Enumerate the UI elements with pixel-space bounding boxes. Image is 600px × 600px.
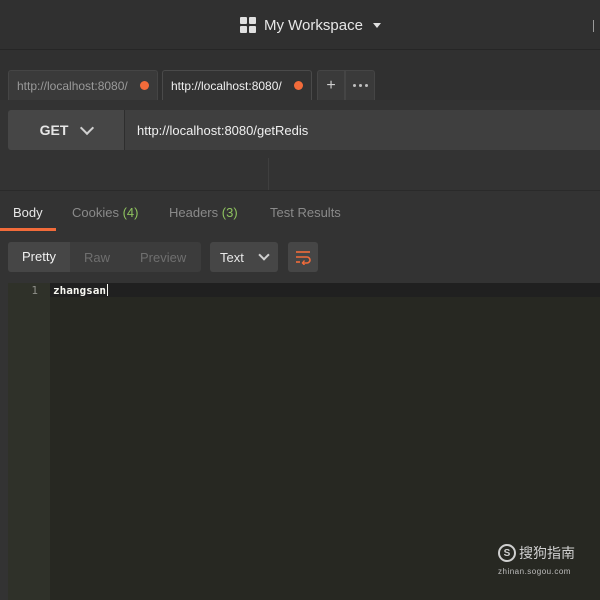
tab-headers[interactable]: Headers (3) (169, 205, 238, 220)
tab-body[interactable]: Body (13, 205, 43, 220)
tab-cookies-label: Cookies (72, 205, 119, 220)
chevron-down-icon (258, 249, 270, 261)
plus-icon: + (326, 76, 336, 94)
url-text: http://localhost:8080/getRedis (137, 122, 309, 138)
new-tab-button[interactable]: + (317, 70, 345, 100)
line-number: 1 (31, 284, 38, 297)
workspace-label: My Workspace (264, 16, 363, 34)
url-input[interactable]: http://localhost:8080/getRedis (124, 110, 600, 150)
request-bar: GET http://localhost:8080/getRedis (0, 100, 600, 190)
postman-window: My Workspace http://localhost:8080/ http… (0, 0, 600, 600)
method-label: GET (39, 122, 69, 138)
code-line: zhangsan (53, 284, 108, 297)
panel-divider (268, 158, 269, 190)
pretty-button[interactable]: Pretty (8, 242, 70, 272)
active-line-highlight (50, 283, 600, 297)
watermark-brand: 搜狗指南 (519, 545, 575, 561)
tab-cookies[interactable]: Cookies (4) (72, 205, 138, 220)
grid-icon (240, 17, 256, 33)
method-select[interactable]: GET (8, 110, 124, 150)
request-tab-label: http://localhost:8080/ (171, 78, 282, 93)
request-tab-label: http://localhost:8080/ (17, 78, 128, 93)
format-select[interactable]: Text (210, 242, 278, 272)
wrap-lines-icon (296, 251, 311, 265)
response-toolbar: Pretty Raw Preview Text (0, 233, 600, 283)
tab-options-button[interactable] (345, 70, 375, 100)
tab-headers-label: Headers (169, 205, 219, 220)
sogou-watermark: S 搜狗指南 zhinan.sogou.com (498, 543, 575, 576)
request-tab-2[interactable]: http://localhost:8080/ (162, 70, 312, 100)
line-number-gutter (8, 283, 50, 600)
wrap-lines-button[interactable] (288, 242, 318, 272)
request-tab-1[interactable]: http://localhost:8080/ (8, 70, 158, 100)
watermark-site: zhinan.sogou.com (498, 567, 571, 576)
text-cursor (106, 284, 108, 296)
raw-button[interactable]: Raw (76, 250, 118, 265)
chevron-down-icon (80, 120, 95, 135)
top-header: My Workspace (0, 0, 600, 50)
unsaved-dot-icon (140, 81, 149, 90)
request-tabs: http://localhost:8080/ http://localhost:… (0, 50, 600, 100)
cookies-count: (4) (122, 205, 139, 220)
active-tab-indicator (0, 228, 56, 231)
tab-test-results[interactable]: Test Results (270, 205, 341, 220)
caret-down-icon (372, 22, 381, 28)
response-tabs: Body Cookies (4) Headers (3) Test Result… (0, 190, 600, 234)
code-line-text: zhangsan (53, 284, 106, 297)
sogou-logo-icon: S (498, 544, 516, 562)
preview-button[interactable]: Preview (132, 250, 194, 265)
ellipsis-icon (352, 84, 368, 87)
unsaved-dot-icon (294, 81, 303, 90)
format-label: Text (220, 249, 244, 265)
view-mode-segment: Pretty Raw Preview (8, 242, 201, 272)
headers-count: (3) (221, 205, 238, 220)
workspace-switcher[interactable]: My Workspace (240, 14, 381, 36)
header-edge-divider (593, 20, 600, 32)
